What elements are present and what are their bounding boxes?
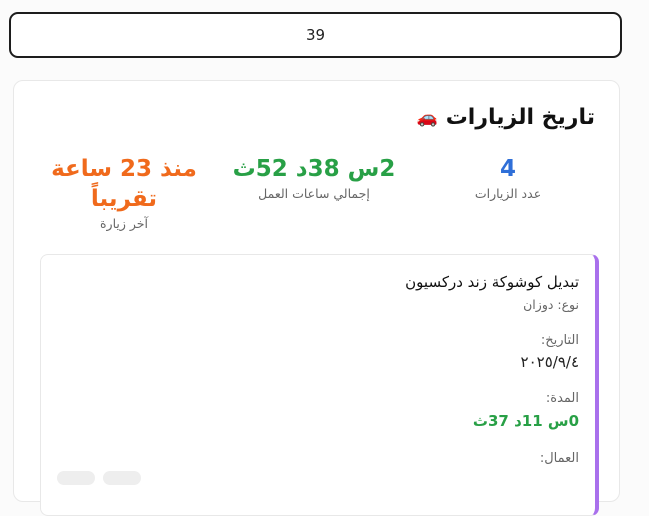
visit-history-card: تاريخ الزيارات 🚗 4 عدد الزيارات 2س 38د 5… bbox=[13, 80, 620, 516]
stat-total-hours-label: إجمالي ساعات العمل bbox=[258, 186, 370, 201]
visit-type: نوع: دوزان bbox=[523, 297, 579, 312]
stat-total-hours-value: 2س 38د 52ث bbox=[232, 156, 396, 182]
car-icon: 🚗 bbox=[416, 107, 438, 128]
stat-last-visit-value: منذ 23 ساعة تقريباً bbox=[51, 156, 197, 212]
stat-last-visit-label: آخر زيارة bbox=[100, 216, 148, 231]
visit-duration-label: المدة: bbox=[545, 391, 579, 406]
section-title: تاريخ الزيارات 🚗 bbox=[417, 105, 595, 130]
stat-visits-count-value: 4 bbox=[499, 156, 516, 182]
stat-visits-count: 4 عدد الزيارات bbox=[437, 154, 579, 201]
section-title-label: تاريخ الزيارات bbox=[445, 105, 595, 130]
visit-item[interactable]: تبديل كوشوكة زند دركسيون نوع: دوزان التا… bbox=[40, 254, 599, 516]
visit-workers-label: العمال: bbox=[539, 451, 579, 466]
search-input[interactable] bbox=[11, 25, 620, 45]
visit-date-label: التاريخ: bbox=[540, 333, 579, 348]
stat-total-hours: 2س 38د 52ث إجمالي ساعات العمل bbox=[216, 154, 412, 201]
stat-last-visit: منذ 23 ساعة تقريباً آخر زيارة bbox=[45, 154, 203, 231]
worker-chip bbox=[103, 471, 141, 485]
visit-title: تبديل كوشوكة زند دركسيون bbox=[405, 273, 579, 291]
search-box[interactable] bbox=[9, 12, 622, 58]
stat-visits-count-label: عدد الزيارات bbox=[474, 186, 542, 201]
visit-duration-value: 0س 11د 37ث bbox=[472, 412, 579, 430]
worker-chip bbox=[57, 471, 95, 485]
visit-date-value: ٢٠٢٥/٩/٤ bbox=[520, 353, 579, 371]
